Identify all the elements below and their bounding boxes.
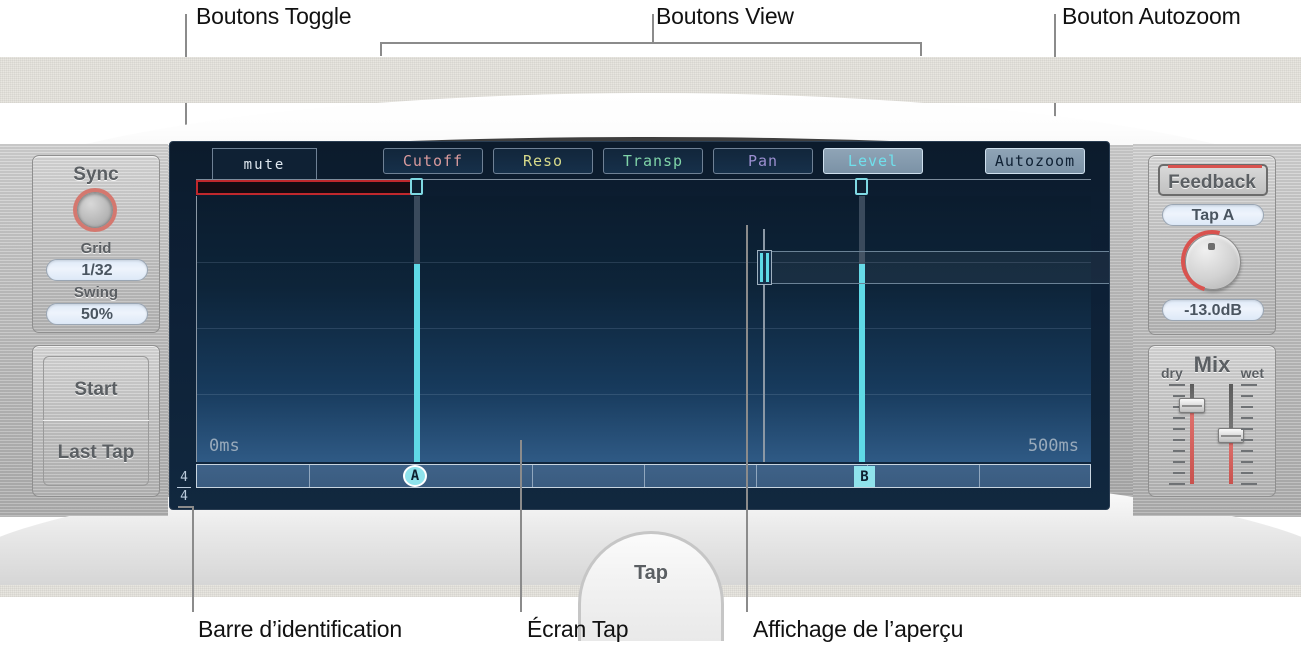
knob-value-arc xyxy=(1169,218,1255,304)
annotation-ecran-tap: Écran Tap xyxy=(527,616,629,642)
feedback-button-label: Feedback xyxy=(1168,172,1256,193)
grid-label: Grid xyxy=(80,240,112,257)
transport-inner-frame xyxy=(43,356,149,486)
time-signature-numerator: 4 xyxy=(180,470,188,485)
swing-label: Swing xyxy=(73,284,119,301)
feedback-active-indicator xyxy=(1168,165,1262,168)
feedback-tap-selector[interactable]: Tap A xyxy=(1162,204,1264,226)
sync-title: Sync xyxy=(73,164,119,185)
time-end-label: 500ms xyxy=(1027,436,1079,456)
time-signature-bar xyxy=(177,487,191,488)
tap-button-label: Tap xyxy=(633,562,669,584)
annotation-boutons-toggle: Boutons Toggle xyxy=(196,3,352,29)
feedback-panel: Feedback Tap A -13.0dB xyxy=(1148,155,1276,335)
tap-marker-b[interactable]: B xyxy=(854,466,875,487)
callout-line-boutons-view xyxy=(652,14,654,44)
view-button-pan[interactable]: Pan xyxy=(713,148,813,174)
dry-slider-handle[interactable] xyxy=(1179,398,1205,413)
view-button-cutoff[interactable]: Cutoff xyxy=(383,148,483,174)
view-button-level[interactable]: Level xyxy=(823,148,923,174)
tap-display[interactable]: mute Cutoff Reso Transp Pan Level Autozo… xyxy=(169,141,1110,510)
annotation-bouton-autozoom: Bouton Autozoom xyxy=(1062,3,1241,29)
wet-tick-scale xyxy=(1241,384,1257,485)
tap-marker-a[interactable]: A xyxy=(403,465,427,487)
preview-display[interactable] xyxy=(763,251,1109,284)
time-signature: 4 4 xyxy=(176,470,192,508)
annotation-boutons-view: Boutons View xyxy=(656,3,794,29)
transport-divider xyxy=(43,420,149,421)
callout-line-affichage-apercu xyxy=(746,225,748,612)
view-button-transp[interactable]: Transp xyxy=(603,148,703,174)
transport-panel: Start Last Tap xyxy=(32,345,160,497)
callout-bracket-right-tick xyxy=(920,42,922,56)
grid-line xyxy=(197,394,1091,395)
grid-line xyxy=(197,328,1091,329)
time-start-label: 0ms xyxy=(209,436,240,456)
preview-position-marker[interactable] xyxy=(757,250,772,285)
autozoom-button[interactable]: Autozoom xyxy=(985,148,1085,174)
feedback-level-knob[interactable] xyxy=(1169,218,1255,304)
grid-value[interactable]: 1/32 xyxy=(46,259,148,281)
identification-bar[interactable]: A B xyxy=(196,464,1091,488)
mix-dry-label: dry xyxy=(1161,365,1183,381)
tap-stem-a xyxy=(414,196,420,264)
callout-bracket-left-tick xyxy=(380,42,382,56)
callout-bracket-boutons-view xyxy=(380,42,922,44)
toggle-handle-b[interactable] xyxy=(855,178,868,195)
toggle-bar-mute-region[interactable] xyxy=(196,180,417,195)
feedback-level-value[interactable]: -13.0dB xyxy=(1162,299,1264,321)
callout-line-ecran-tap xyxy=(520,440,522,612)
tap-bar-a[interactable] xyxy=(414,264,420,462)
tap-bar-b[interactable] xyxy=(859,264,865,462)
knob-pointer xyxy=(1208,243,1215,250)
callout-line-barre-identification xyxy=(192,506,194,612)
screenshot-root: Boutons Toggle Boutons View Bouton Autoz… xyxy=(0,0,1301,654)
mix-wet-label: wet xyxy=(1240,365,1264,381)
view-button-reso[interactable]: Reso xyxy=(493,148,593,174)
swing-value[interactable]: 50% xyxy=(46,303,148,325)
annotation-affichage-apercu: Affichage de l’aperçu xyxy=(753,616,964,642)
annotation-barre-identification: Barre d’identification xyxy=(198,616,402,642)
time-signature-denominator: 4 xyxy=(180,489,188,504)
toggle-handle-a[interactable] xyxy=(410,178,423,195)
wet-slider-track-lower xyxy=(1229,436,1233,484)
mix-panel: Mix dry wet xyxy=(1148,345,1276,497)
toggle-tab-mute[interactable]: mute xyxy=(212,148,317,180)
tap-plot-area[interactable]: 0ms 500ms xyxy=(196,196,1109,462)
start-button[interactable]: Start xyxy=(33,379,159,401)
callout-elbow-barre-identification xyxy=(178,506,194,508)
sync-panel: Sync Grid 1/32 Swing 50% xyxy=(32,155,160,333)
sync-knob[interactable] xyxy=(77,192,113,228)
last-tap-button[interactable]: Last Tap xyxy=(33,442,159,464)
dry-slider-track-lower xyxy=(1190,406,1194,484)
